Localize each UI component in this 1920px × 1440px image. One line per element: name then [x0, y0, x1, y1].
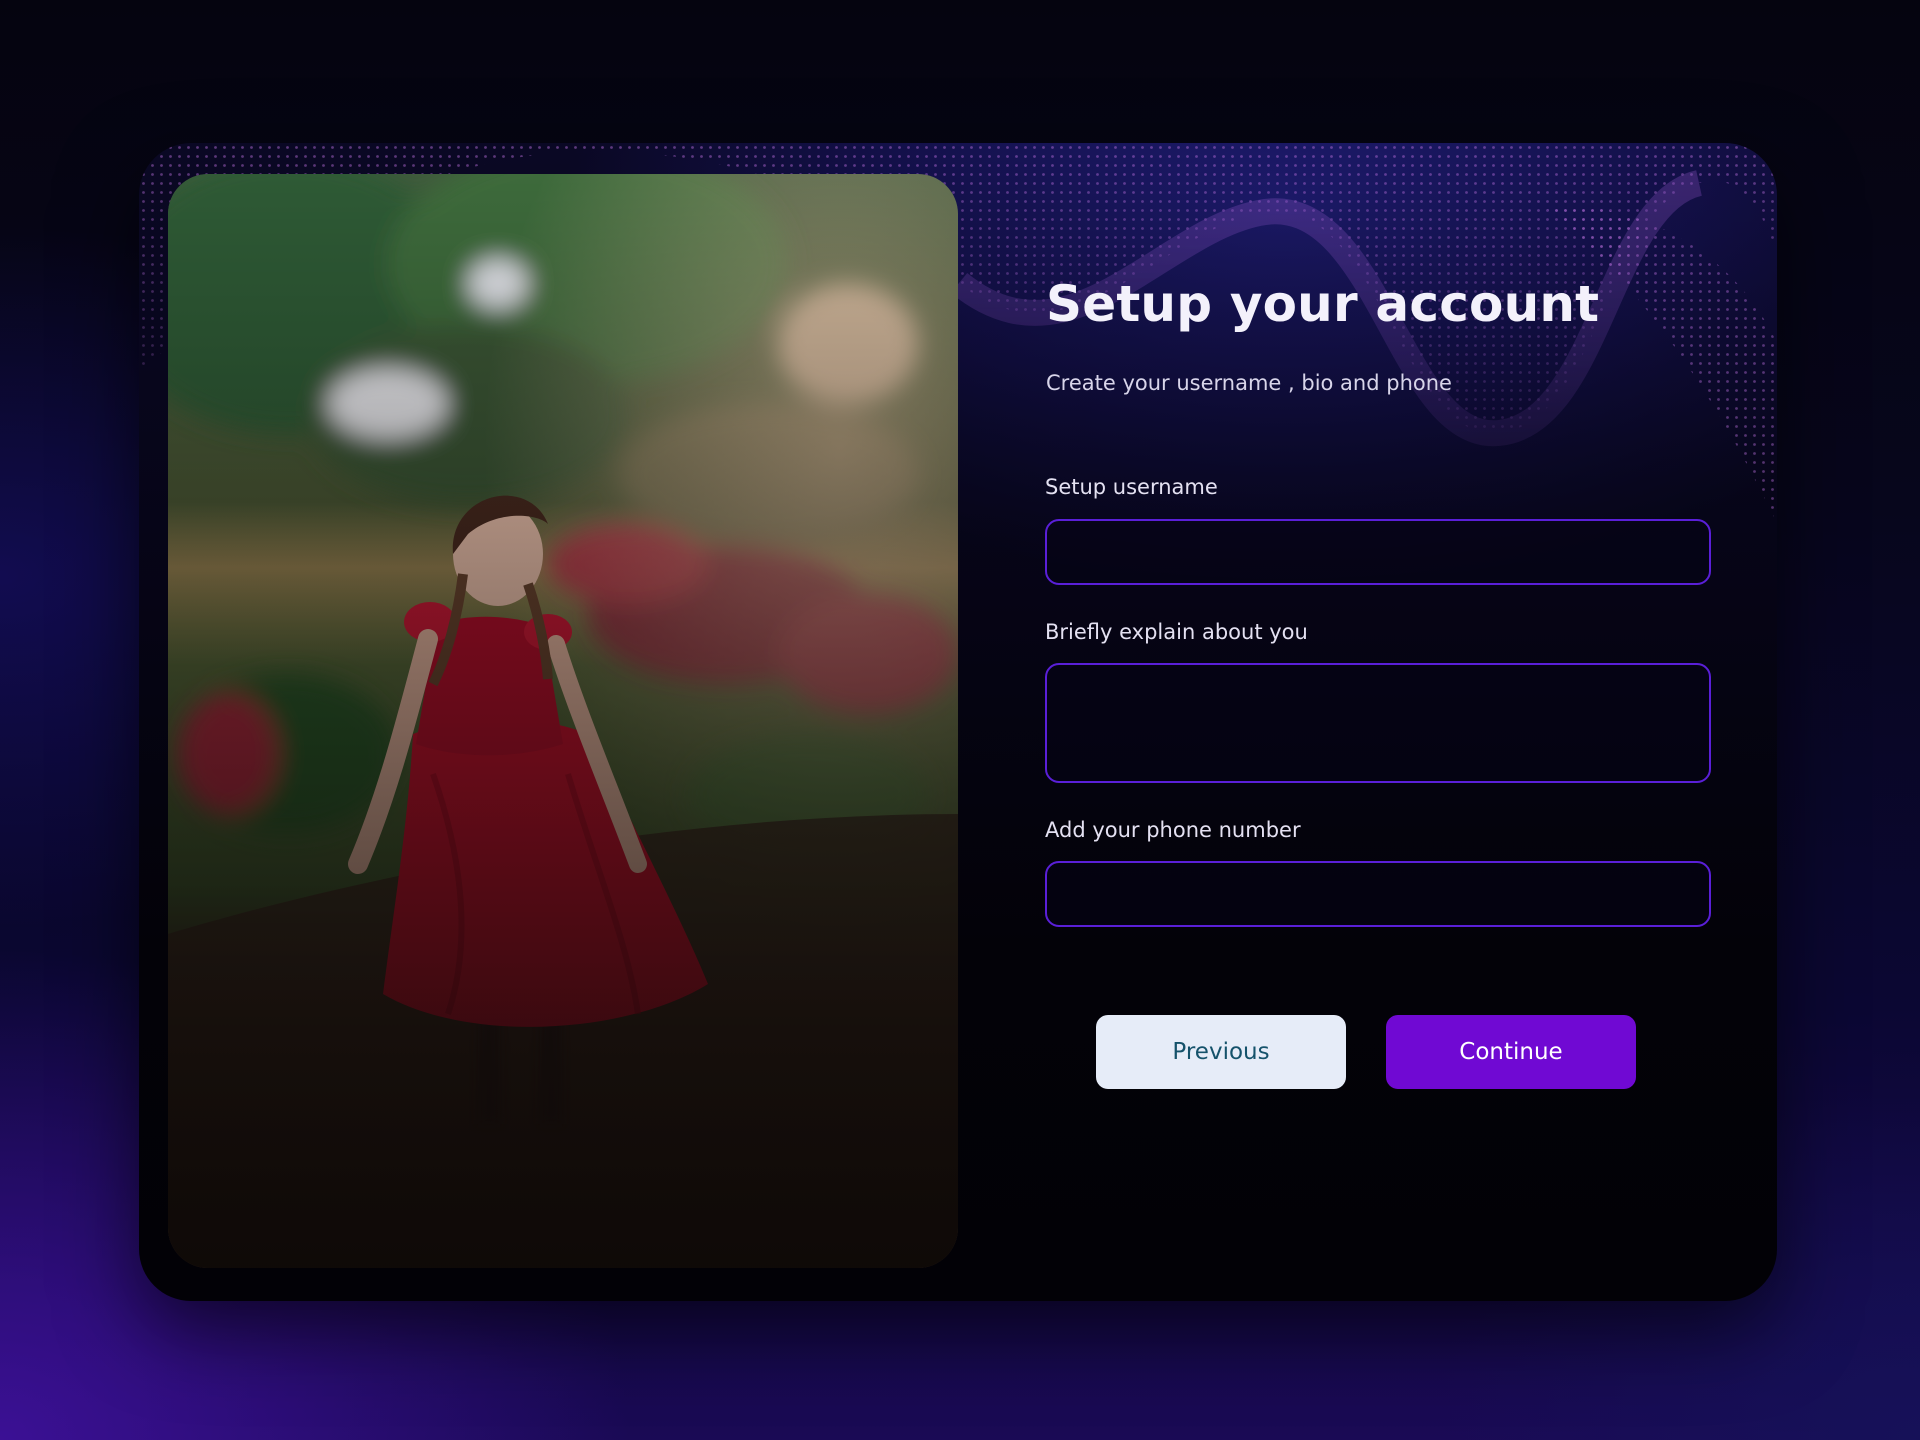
bio-label: Briefly explain about you	[1045, 620, 1308, 644]
bio-textarea[interactable]	[1045, 663, 1711, 783]
account-setup-form: Setup your account Create your username …	[1045, 143, 1735, 1301]
setup-card: Setup your account Create your username …	[139, 143, 1777, 1301]
profile-photo	[168, 174, 958, 1268]
phone-input[interactable]	[1045, 861, 1711, 927]
page-title: Setup your account	[1046, 275, 1600, 333]
username-input[interactable]	[1045, 519, 1711, 585]
page-subtitle: Create your username , bio and phone	[1046, 371, 1452, 395]
previous-button[interactable]: Previous	[1096, 1015, 1346, 1089]
username-label: Setup username	[1045, 475, 1218, 499]
continue-button[interactable]: Continue	[1386, 1015, 1636, 1089]
phone-label: Add your phone number	[1045, 818, 1301, 842]
